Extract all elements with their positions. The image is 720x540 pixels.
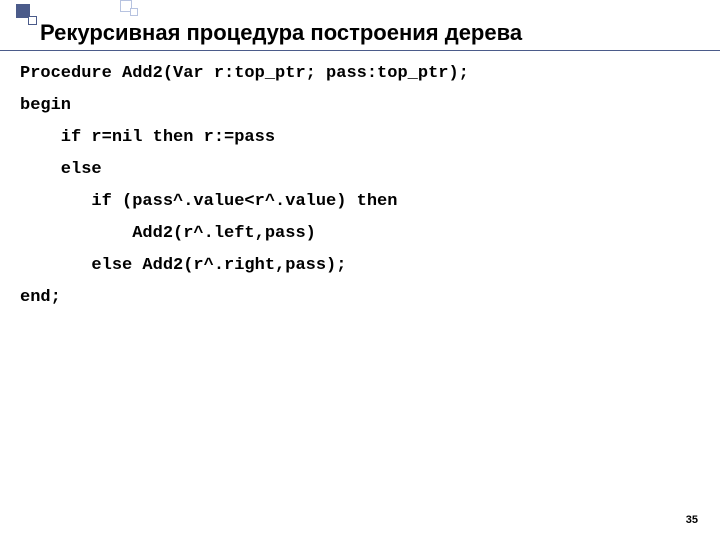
- code-line: else: [20, 154, 700, 186]
- code-block: Procedure Add2(Var r:top_ptr; pass:top_p…: [20, 58, 700, 314]
- code-line: end;: [20, 282, 700, 314]
- slide: Рекурсивная процедура построения дерева …: [0, 0, 720, 540]
- code-line: else Add2(r^.right,pass);: [20, 250, 700, 282]
- title-divider: [0, 50, 720, 51]
- code-line: if (pass^.value<r^.value) then: [20, 186, 700, 218]
- code-line: begin: [20, 90, 700, 122]
- code-line: Add2(r^.left,pass): [20, 218, 700, 250]
- code-line: if r=nil then r:=pass: [20, 122, 700, 154]
- code-line: Procedure Add2(Var r:top_ptr; pass:top_p…: [20, 58, 700, 90]
- page-number: 35: [686, 514, 698, 526]
- slide-title: Рекурсивная процедура построения дерева: [40, 20, 700, 46]
